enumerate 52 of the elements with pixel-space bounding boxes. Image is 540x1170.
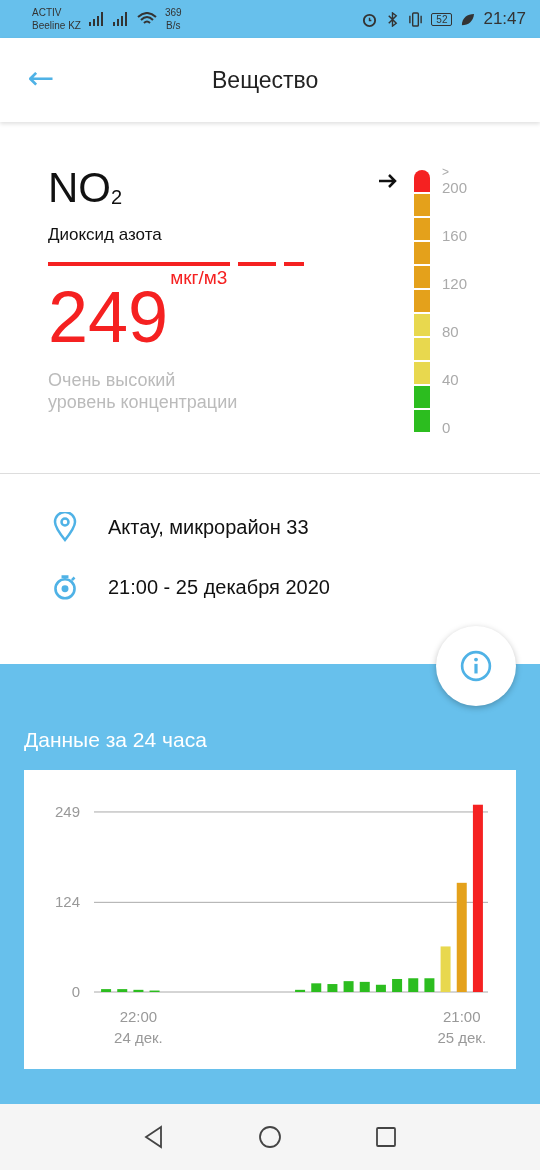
y-axis-label: 249 xyxy=(54,802,80,820)
chart-bar xyxy=(375,984,386,992)
speed-value: 369 xyxy=(164,6,182,19)
chart-bar xyxy=(295,989,306,992)
screen-title: Вещество xyxy=(212,66,319,94)
chart-bar xyxy=(327,984,338,992)
stopwatch-icon xyxy=(52,572,78,602)
scale-label: 40 xyxy=(442,372,460,390)
y-axis-label: 124 xyxy=(54,893,80,911)
scale-label: 0 xyxy=(442,420,452,438)
concentration-value: 249 xyxy=(48,279,169,355)
time-text: 21:00 - 25 декабря 2020 xyxy=(108,575,330,599)
y-axis-label: 0 xyxy=(71,983,80,1000)
recents-nav-icon[interactable] xyxy=(374,1125,398,1149)
alarm-icon xyxy=(362,11,378,27)
clock: 21:47 xyxy=(483,9,526,29)
home-nav-icon[interactable] xyxy=(258,1125,282,1149)
scale-label: 80 xyxy=(442,324,460,342)
signal-icon xyxy=(112,12,129,26)
back-button[interactable]: ← xyxy=(22,62,60,98)
chart-bar xyxy=(133,989,144,992)
chart-bar xyxy=(359,981,370,992)
unit-label: мкг/м3 xyxy=(170,267,228,289)
section-title: Данные за 24 часа xyxy=(24,728,208,752)
vibrate-icon xyxy=(408,11,424,27)
arrow-icon xyxy=(378,174,398,188)
speed-unit: B/s xyxy=(166,19,181,32)
scale-label: 160 xyxy=(442,228,468,246)
chart-bar xyxy=(343,981,354,992)
network-name: Beeline KZ xyxy=(32,19,81,32)
signal-icon xyxy=(88,12,105,26)
info-icon xyxy=(460,650,492,682)
scale-label: 200 xyxy=(442,180,468,198)
chart-bar xyxy=(311,983,322,992)
chart-bar xyxy=(117,989,128,992)
location-text: Актау, микрорайон 33 xyxy=(108,515,309,539)
scale-label: > xyxy=(442,164,450,180)
level-description: Очень высокий уровень концентрации xyxy=(48,369,239,413)
battery-level: 52 xyxy=(431,12,453,26)
location-pin-icon xyxy=(52,512,78,542)
x-axis-label: 22:00 24 дек. xyxy=(114,1008,163,1046)
chart-bar xyxy=(424,978,435,992)
carrier-name: ACTIV xyxy=(32,6,63,19)
substance-name: Диоксид азота xyxy=(48,225,163,245)
chart-bar xyxy=(392,979,403,992)
chart-bar xyxy=(408,978,419,992)
scale-label: 120 xyxy=(442,276,468,294)
chart-bar xyxy=(440,946,451,992)
x-axis-label: 21:00 25 дек. xyxy=(437,1008,487,1046)
leaf-icon xyxy=(460,11,476,27)
chart-bar xyxy=(101,989,112,992)
wifi-icon xyxy=(136,12,157,26)
